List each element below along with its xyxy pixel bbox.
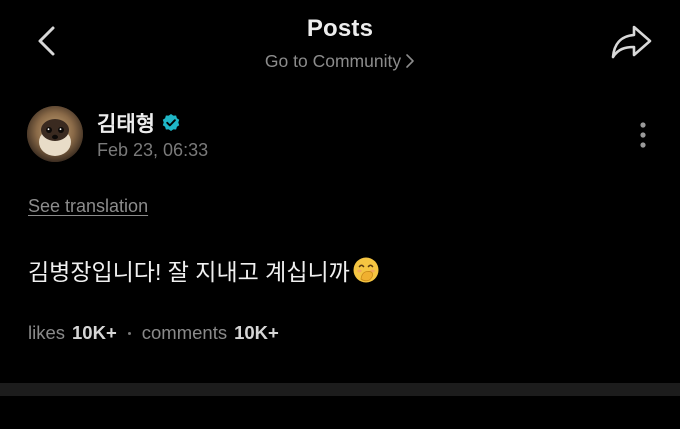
section-divider [0, 383, 680, 396]
more-options-button[interactable] [630, 119, 656, 153]
comments-label: comments [141, 322, 228, 343]
hand-over-mouth-emoji [353, 257, 379, 283]
more-vertical-icon [640, 122, 646, 148]
chevron-right-icon [406, 54, 414, 68]
post-text: 김병장입니다! 잘 지내고 계십니까 [28, 259, 350, 285]
post-timestamp: Feb 23, 06:33 [97, 140, 209, 160]
author-avatar[interactable] [27, 106, 83, 162]
author-name[interactable]: 김태형 [97, 108, 181, 138]
post-stats: likes 10K+ comments 10K+ [28, 322, 279, 344]
likes-count[interactable]: 10K+ [72, 322, 117, 344]
community-link-label: Go to Community [264, 51, 402, 71]
author-name-text: 김태형 [97, 113, 155, 136]
share-icon [611, 25, 652, 59]
share-button[interactable] [608, 22, 654, 62]
comments-count[interactable]: 10K+ [234, 322, 279, 344]
verified-icon [162, 114, 180, 131]
stats-separator [127, 331, 131, 335]
likes-label: likes [28, 322, 66, 343]
top-bar: Posts Go to Community [0, 0, 680, 90]
post-content: 김병장입니다! 잘 지내고 계십니까 [28, 253, 380, 287]
see-translation-link[interactable]: See translation [28, 196, 148, 217]
dog-avatar-image [27, 106, 83, 162]
go-to-community-link[interactable]: Go to Community [0, 51, 680, 72]
page-title: Posts [306, 15, 374, 42]
